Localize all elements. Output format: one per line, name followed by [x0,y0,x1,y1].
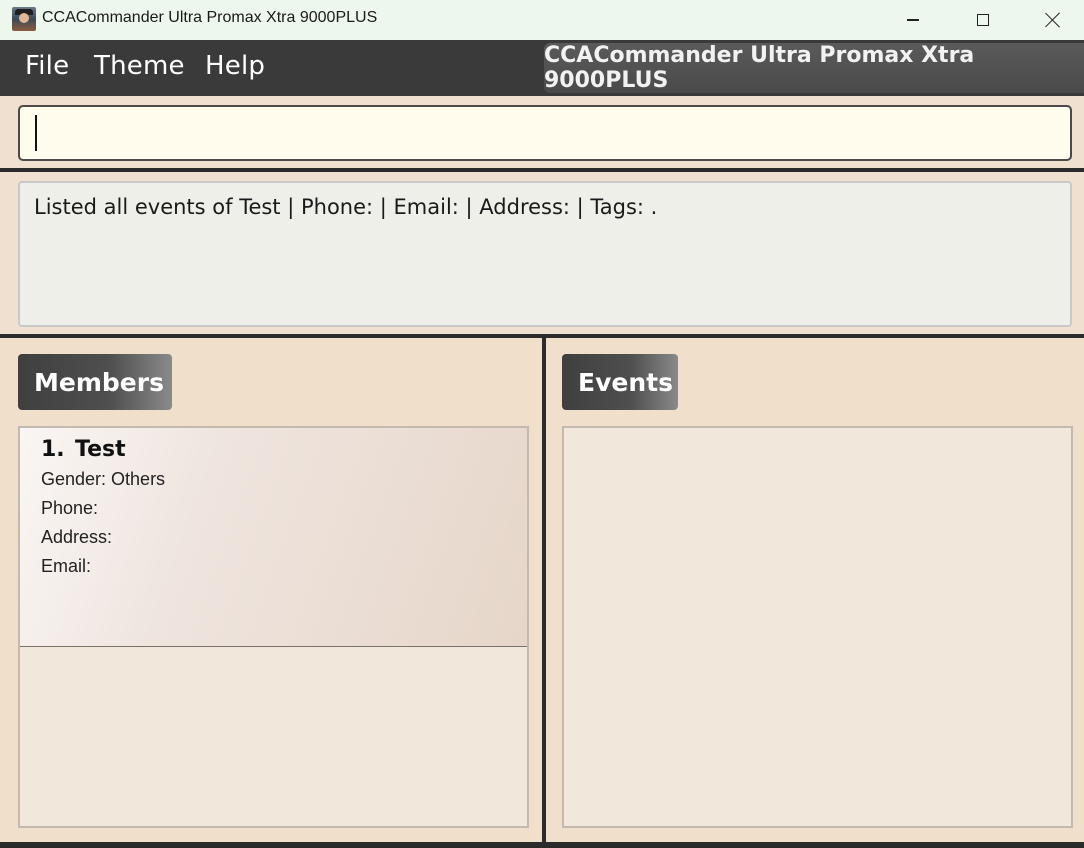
command-input[interactable] [18,105,1072,161]
members-title: Members [34,367,164,397]
minimize-button[interactable] [878,0,948,40]
app-logo-icon [12,7,36,31]
app-name-label: CCACommander Ultra Promax Xtra 9000PLUS [544,43,975,93]
members-header: Members [18,354,172,410]
member-phone: Phone: [41,498,99,518]
member-index: 1. [41,437,65,462]
menu-theme[interactable]: Theme [94,51,185,81]
text-caret [35,115,37,151]
member-address: Address: [41,527,113,547]
menu-file[interactable]: File [25,51,69,81]
events-pane: Events [546,338,1084,842]
members-list[interactable]: 1. Test Gender: Others Phone: Address: E… [18,426,529,828]
member-card[interactable]: 1. Test Gender: Others Phone: Address: E… [20,428,527,647]
member-gender: Gender: Others [41,469,166,489]
result-message: Listed all events of Test | Phone: | Ema… [34,195,658,219]
member-name: Test [75,437,126,462]
members-pane: Members 1. Test Gender: Others Phone: Ad… [0,338,544,842]
events-title: Events [578,367,673,397]
menu-bar: File Theme Help CCACommander Ultra Proma… [0,40,1084,96]
app-name-banner: CCACommander Ultra Promax Xtra 9000PLUS [544,43,1084,93]
result-display-panel: Listed all events of Test | Phone: | Ema… [0,172,1084,336]
window-bottom-border [0,842,1084,848]
result-display: Listed all events of Test | Phone: | Ema… [18,181,1072,327]
events-list[interactable] [562,426,1073,828]
maximize-button[interactable] [948,0,1018,40]
menu-help[interactable]: Help [205,51,265,81]
command-box-panel [0,96,1084,170]
maximize-icon [977,14,989,26]
close-icon [1045,12,1061,28]
events-header: Events [562,354,678,410]
member-email: Email: [41,556,92,576]
window-titlebar: CCACommander Ultra Promax Xtra 9000PLUS [0,0,1084,40]
close-button[interactable] [1018,0,1084,40]
window-title: CCACommander Ultra Promax Xtra 9000PLUS [42,9,378,26]
minimize-icon [907,19,919,21]
